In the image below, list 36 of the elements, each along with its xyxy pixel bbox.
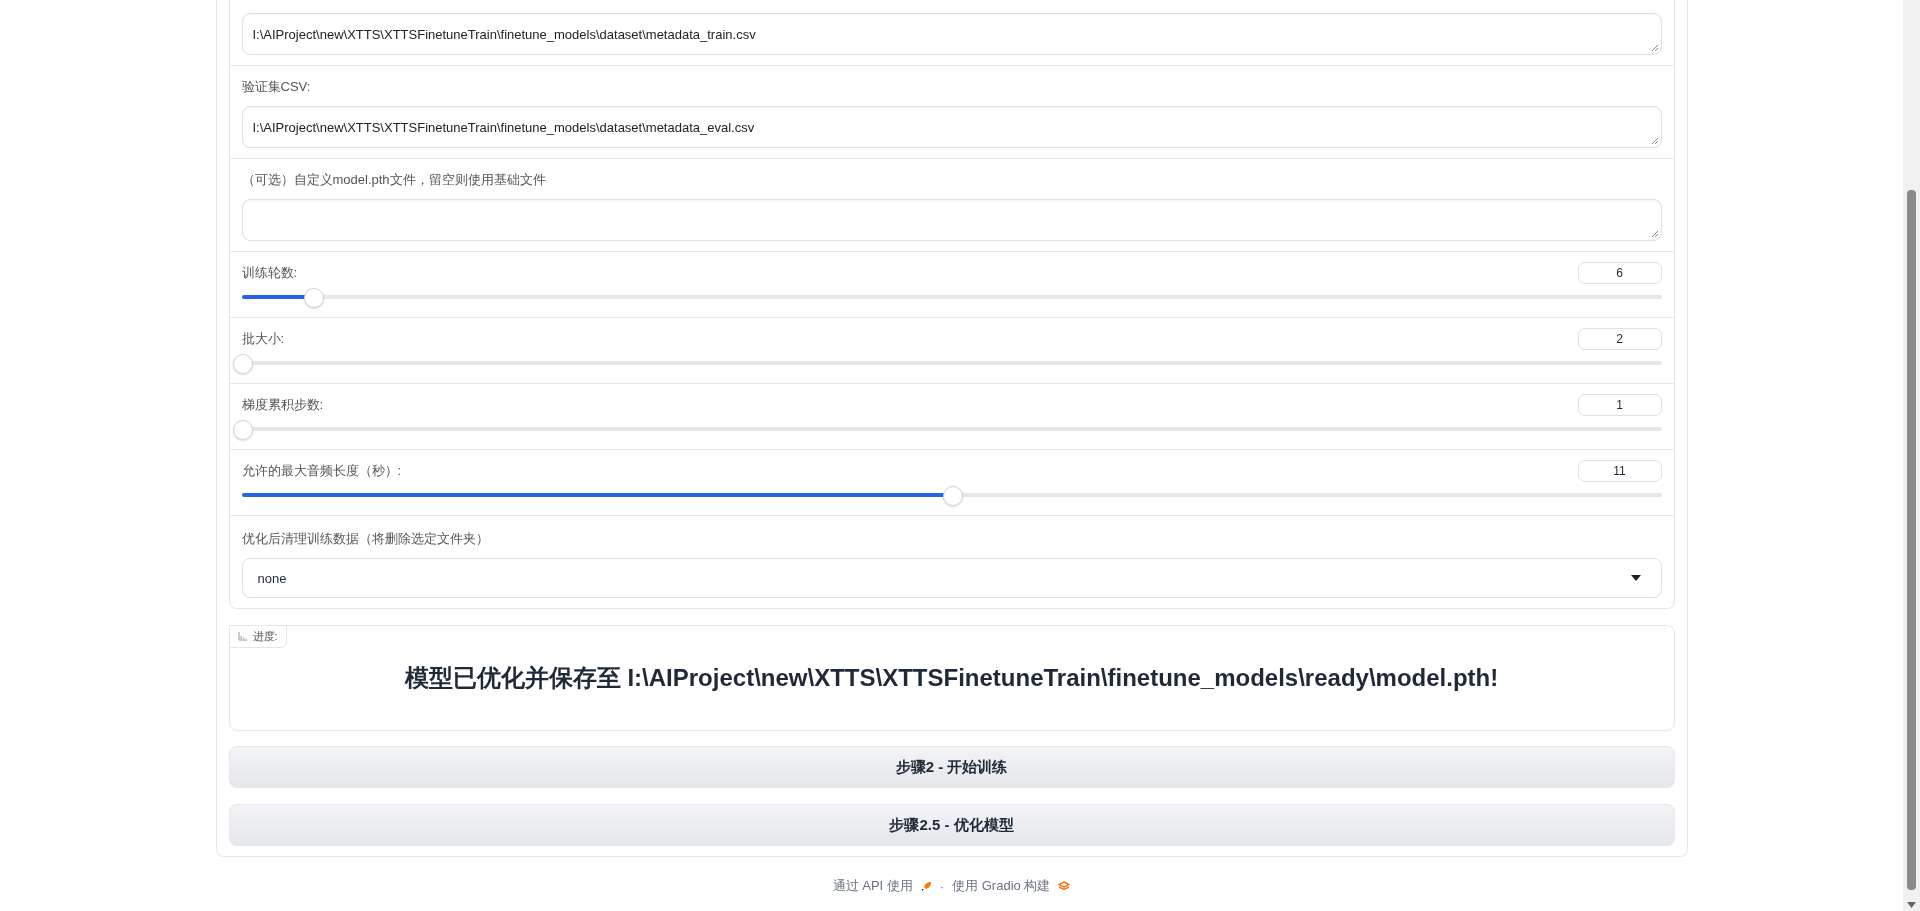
number-field[interactable]: 1 <box>1577 394 1662 416</box>
status-message: 模型已优化并保存至 I:\AIProject\new\XTTS\XTTSFinetuneTrain\finetune_models\ready\model.pth! <box>404 663 1499 693</box>
separator: · <box>939 878 945 894</box>
number-field[interactable]: 11 <box>1577 460 1662 482</box>
field-label: （可选）自定义model.pth文件，留空则使用基础文件 <box>241 171 547 189</box>
scrollbar-thumb[interactable] <box>1907 190 1916 890</box>
slider-thumb[interactable] <box>232 420 253 440</box>
resize-handle-icon[interactable] <box>1650 230 1659 238</box>
dropdown-label: 优化后清理训练数据（将删除选定文件夹） <box>241 530 490 548</box>
slider-thumb[interactable] <box>232 354 253 374</box>
text-field[interactable]: I:\AIProject\new\XTTS\XTTSFinetuneTrain\finetune_models\dataset\metadata_eval.csv <box>241 106 1662 148</box>
text-field[interactable] <box>241 199 1662 241</box>
logo-icon <box>1058 880 1071 892</box>
step-button[interactable]: 步骤2 - 开始训练 <box>228 746 1675 788</box>
slider-label: 训练轮数: <box>241 264 298 282</box>
resize-handle-icon[interactable] <box>1650 44 1659 52</box>
number-field[interactable]: 6 <box>1577 262 1662 284</box>
scrollbar[interactable] <box>1903 0 1920 911</box>
text-field[interactable]: I:\AIProject\new\XTTS\XTTSFinetuneTrain\finetune_models\dataset\metadata_train.csv <box>241 13 1662 55</box>
rocket-icon <box>920 880 932 892</box>
slider-thumb[interactable] <box>303 288 324 308</box>
scroll-down-icon[interactable] <box>1907 902 1916 908</box>
number-field[interactable]: 2 <box>1577 328 1662 350</box>
panel-label: 进度: <box>252 629 278 644</box>
slider-thumb[interactable] <box>942 486 963 506</box>
slider-label: 批大小: <box>241 330 285 348</box>
slider-label: 允许的最大音频长度（秒）: <box>241 462 402 480</box>
chart-icon <box>237 632 247 641</box>
caret-icon <box>1630 575 1641 581</box>
api-link[interactable]: 通过 API 使用 <box>832 877 913 895</box>
gradio-link[interactable]: 使用 Gradio 构建 <box>952 877 1051 895</box>
resize-handle-icon[interactable] <box>1650 137 1659 145</box>
field-label: 验证集CSV: <box>241 78 312 96</box>
step-button[interactable]: 步骤2.5 - 优化模型 <box>228 804 1675 846</box>
dropdown[interactable]: none <box>241 558 1662 598</box>
slider-label: 梯度累积步数: <box>241 396 324 414</box>
